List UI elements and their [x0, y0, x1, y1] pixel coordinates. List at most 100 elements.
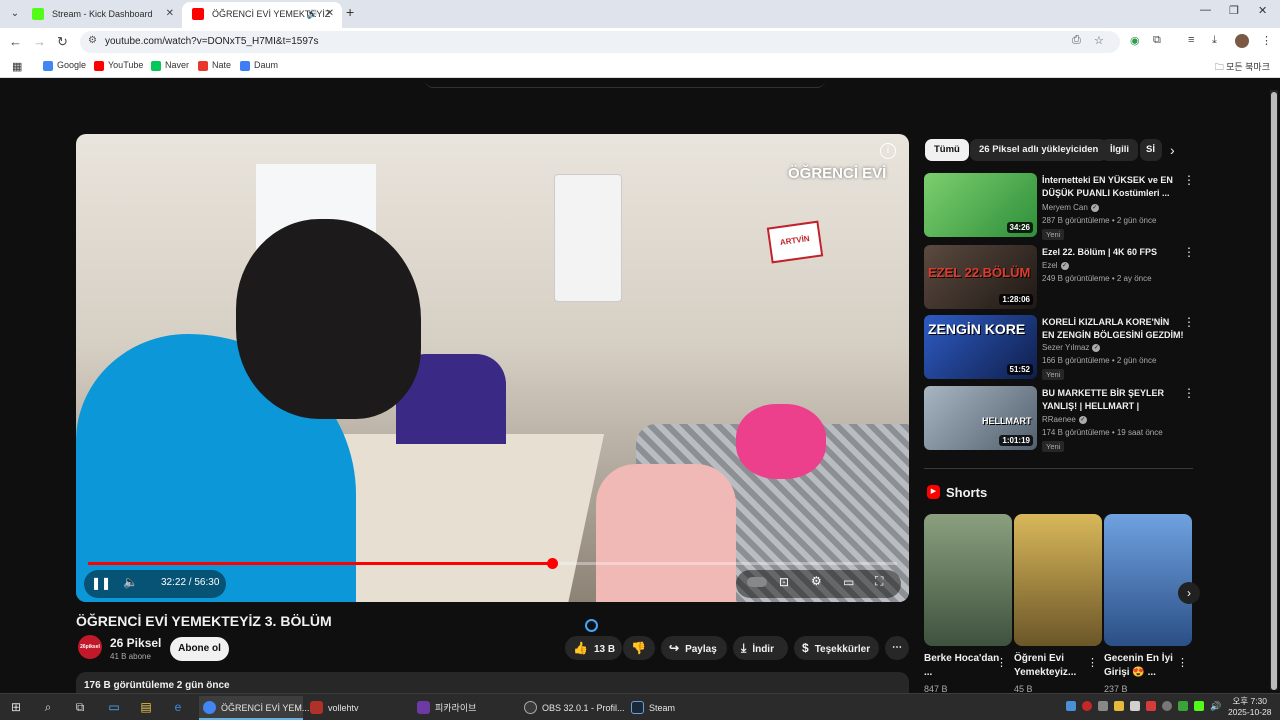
short-menu-icon[interactable]: ⋮ [1087, 656, 1098, 669]
tab-close-icon[interactable]: ✕ [326, 2, 334, 26]
short-thumbnail[interactable] [1014, 514, 1102, 646]
taskbar-app-chrome[interactable]: ÖĞRENCİ EVİ YEM... [199, 696, 309, 720]
media-control-icon[interactable]: ≡ [1188, 34, 1194, 46]
video-channel[interactable]: Ezel ✓ [1042, 261, 1069, 270]
autoplay-toggle[interactable] [747, 577, 767, 587]
video-channel[interactable]: RRaenee ✓ [1042, 415, 1087, 424]
tray-steam-icon[interactable] [1066, 701, 1076, 711]
video-channel[interactable]: Sezer Yılmaz ✓ [1042, 343, 1101, 352]
video-menu-icon[interactable]: ⋮ [1183, 173, 1195, 187]
video-menu-icon[interactable]: ⋮ [1183, 315, 1195, 329]
extensions-icon[interactable]: ⧉ [1153, 34, 1161, 47]
recommended-video[interactable]: ZENGİN KORE 51:52 KORELİ KIZLARLA KORE'N… [924, 315, 1195, 380]
reload-icon[interactable]: ↻ [57, 34, 68, 50]
taskbar-app-steam[interactable]: Steam [627, 696, 731, 720]
info-icon[interactable]: i [880, 143, 896, 159]
video-title[interactable]: BU MARKETTE BİR ŞEYLER YANLIŞ! | HELLMAR… [1042, 387, 1184, 413]
shorts-next-arrow-icon[interactable]: › [1178, 582, 1200, 604]
recommended-video[interactable]: HELLMART 1:01:19 BU MARKETTE BİR ŞEYLER … [924, 386, 1195, 452]
video-thumbnail[interactable]: EZEL 22.BÖLÜM 1:28:06 [924, 245, 1037, 309]
more-actions-button[interactable]: ⋯ [885, 636, 909, 660]
apps-grid-icon[interactable]: ▦ [12, 60, 22, 73]
file-explorer-icon[interactable]: ▤ [138, 699, 154, 715]
restore-icon[interactable]: ❐ [1229, 4, 1239, 17]
short-title[interactable]: Öğreni Evi Yemekteyiz... [1014, 652, 1092, 680]
short-title[interactable]: Gecenin En İyi Girişi 😍 ... [1104, 652, 1182, 680]
profile-avatar[interactable] [1235, 34, 1249, 48]
channel-name[interactable]: 26 Piksel [110, 636, 161, 650]
chip-all[interactable]: Tümü [925, 139, 969, 161]
short-menu-icon[interactable]: ⋮ [1177, 656, 1188, 669]
recommended-video[interactable]: EZEL 22.BÖLÜM 1:28:06 Ezel 22. Bölüm | 4… [924, 245, 1195, 309]
video-menu-icon[interactable]: ⋮ [1183, 245, 1195, 259]
search-icon[interactable]: ⌕ [40, 699, 56, 715]
taskbar-app-vollehtv[interactable]: vollehtv [306, 696, 410, 720]
short-thumbnail[interactable] [1104, 514, 1192, 646]
short-menu-icon[interactable]: ⋮ [996, 656, 1007, 669]
audio-playing-icon[interactable]: 🔊 [307, 2, 318, 26]
video-thumbnail[interactable]: HELLMART 1:01:19 [924, 386, 1037, 450]
tab-close-icon[interactable]: ✕ [166, 2, 174, 26]
tray-kick-icon[interactable] [1194, 701, 1204, 711]
taskbar-app-pikalive[interactable]: 피카라이브 [413, 696, 517, 720]
forward-icon[interactable]: → [33, 34, 46, 49]
pause-icon[interactable]: ❚❚ [91, 576, 111, 590]
volume-icon[interactable]: 🔈 [123, 575, 138, 589]
progress-bar[interactable] [88, 558, 897, 569]
bookmark-star-icon[interactable]: ☆ [1094, 34, 1104, 47]
tray-app-icon[interactable] [1146, 701, 1156, 711]
thanks-button[interactable]: $ Teşekkürler [794, 636, 879, 660]
bookmark-youtube[interactable]: YouTube [94, 60, 143, 71]
chevron-right-icon[interactable]: › [1170, 142, 1175, 158]
tray-app-icon[interactable] [1130, 701, 1140, 711]
install-app-icon[interactable]: ⎙ [1072, 34, 1081, 47]
tray-volume-icon[interactable]: 🔊 [1210, 701, 1221, 711]
video-title[interactable]: Ezel 22. Bölüm | 4K 60 FPS [1042, 246, 1184, 259]
tray-app-icon[interactable] [1178, 701, 1188, 711]
close-window-icon[interactable]: ✕ [1258, 4, 1267, 17]
video-thumbnail[interactable]: ZENGİN KORE 51:52 [924, 315, 1037, 379]
taskbar-app-obs[interactable]: OBS 32.0.1 - Profil... [520, 696, 625, 720]
tab-youtube-video[interactable]: ÖĞRENCİ EVİ YEMEKTEYİZ 🔊 ✕ [182, 2, 342, 28]
subscribe-button[interactable]: Abone ol [170, 637, 229, 661]
task-view-icon[interactable]: ⧉ [72, 699, 88, 715]
system-clock[interactable]: 오후 7:30 2025-10-28 [1228, 696, 1271, 718]
page-scrollbar[interactable] [1270, 90, 1278, 690]
subtitles-icon[interactable]: ⊡ [779, 575, 789, 589]
chip-related[interactable]: İlgili [1101, 139, 1138, 161]
site-info-icon[interactable]: ⚙ [88, 35, 97, 46]
description-box[interactable]: 176 B görüntüleme 2 gün önce [76, 672, 909, 693]
start-icon[interactable]: ⊞ [8, 699, 24, 715]
chrome-menu-icon[interactable]: ⋮ [1261, 34, 1272, 47]
video-menu-icon[interactable]: ⋮ [1183, 386, 1195, 400]
tray-record-icon[interactable] [1082, 701, 1092, 711]
desktop-icon[interactable]: ▭ [106, 699, 122, 715]
tab-kick-dashboard[interactable]: Stream - Kick Dashboard ✕ [22, 2, 182, 28]
short-title[interactable]: Berke Hoca'dan ... [924, 652, 1002, 680]
back-icon[interactable]: ← [9, 34, 22, 49]
settings-gear-icon[interactable]: ⚙ [811, 574, 822, 588]
video-thumbnail[interactable]: 34:26 [924, 173, 1037, 237]
recommended-video[interactable]: 34:26 İnternetteki EN YÜKSEK ve EN DÜŞÜK… [924, 173, 1195, 240]
short-thumbnail[interactable] [924, 514, 1012, 646]
tray-app-icon[interactable] [1162, 701, 1172, 711]
bookmark-daum[interactable]: Daum [240, 60, 278, 71]
theater-mode-icon[interactable]: ▭ [843, 575, 854, 589]
tray-app-icon[interactable] [1114, 701, 1124, 711]
like-button[interactable]: 👍 13 B [565, 636, 622, 660]
dislike-button[interactable]: 👎 [623, 636, 655, 660]
all-bookmarks[interactable]: 🗀 모든 북마크 [1215, 60, 1270, 76]
fullscreen-icon[interactable]: ⛶ [875, 574, 883, 589]
chip-more[interactable]: Sİ [1140, 139, 1162, 161]
url-text[interactable]: youtube.com/watch?v=DONxT5_H7MI&t=1597s [105, 36, 318, 47]
video-title[interactable]: İnternetteki EN YÜKSEK ve EN DÜŞÜK PUANL… [1042, 174, 1184, 200]
bookmark-google[interactable]: Google [43, 60, 86, 71]
chip-from-uploader[interactable]: 26 Piksel adlı yükleyiciden [970, 139, 1108, 161]
bookmark-naver[interactable]: Naver [151, 60, 189, 71]
share-button[interactable]: ↪ Paylaş [661, 636, 727, 660]
bookmark-nate[interactable]: Nate [198, 60, 231, 71]
extension-shield-icon[interactable]: ◉ [1130, 34, 1140, 47]
minimize-icon[interactable]: — [1200, 4, 1211, 16]
address-bar[interactable]: ⚙ youtube.com/watch?v=DONxT5_H7MI&t=1597… [80, 31, 1120, 53]
edge-icon[interactable]: e [170, 699, 186, 715]
